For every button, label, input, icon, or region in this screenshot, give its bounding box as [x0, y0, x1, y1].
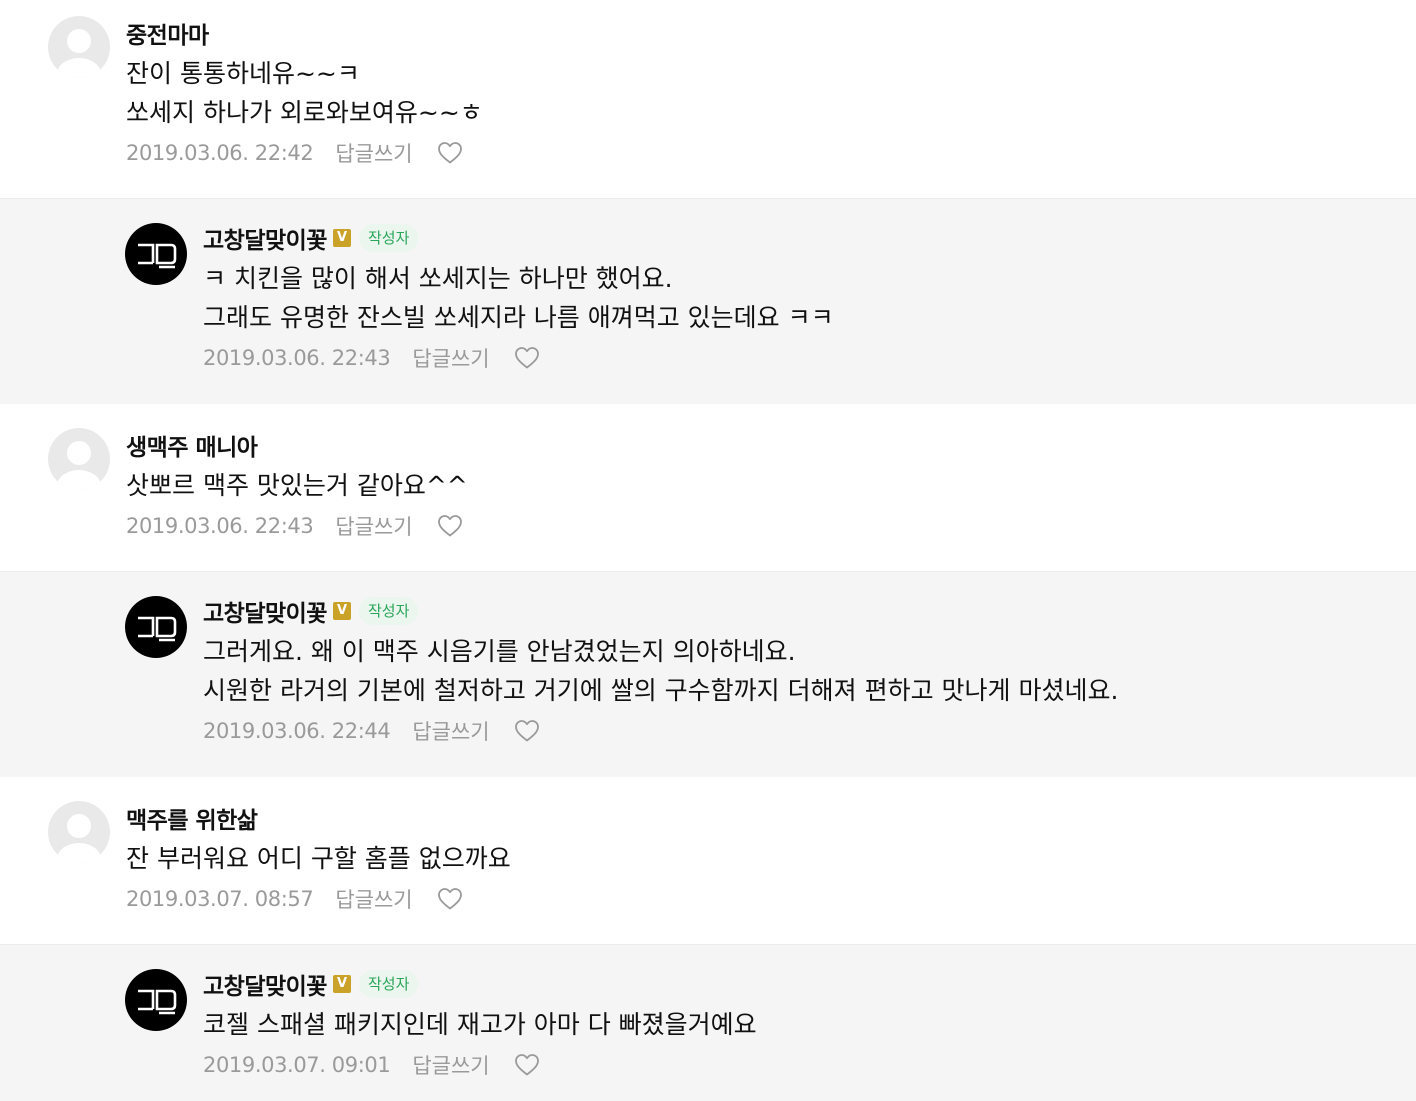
- logo-gd-icon[interactable]: [125, 969, 187, 1031]
- comment-item: 맥주를 위한삶 잔 부러워요 어디 구할 홈플 없으까요 2019.03.07.…: [0, 777, 1416, 944]
- comment-line: 그러게요. 왜 이 맥주 시음기를 안남겼었는지 의아하네요.: [203, 637, 796, 666]
- author-row: 고창달맞이꽃 V 작성자: [203, 221, 834, 255]
- comment-meta: 2019.03.06. 22:42 답글쓰기: [126, 138, 483, 168]
- comment-date: 2019.03.06. 22:43: [203, 346, 391, 370]
- comment-item: 중전마마 잔이 통통하네유~~ㅋ 쏘세지 하나가 외로와보여유~~ㅎ 2019.…: [0, 0, 1416, 198]
- comment-meta: 2019.03.06. 22:43 답글쓰기: [126, 511, 468, 541]
- heart-outline-icon[interactable]: [437, 141, 463, 165]
- heart-outline-icon[interactable]: [437, 887, 463, 911]
- comment-meta: 2019.03.07. 08:57 답글쓰기: [126, 884, 511, 914]
- comment-date: 2019.03.06. 22:43: [126, 514, 314, 538]
- comment-meta: 2019.03.06. 22:44 답글쓰기: [203, 716, 1118, 746]
- comment-text: 잔 부러워요 어디 구할 홈플 없으까요: [126, 839, 511, 878]
- comment-body: 맥주를 위한삶 잔 부러워요 어디 구할 홈플 없으까요 2019.03.07.…: [126, 801, 511, 914]
- reply-button[interactable]: 답글쓰기: [335, 884, 412, 914]
- default-avatar-icon[interactable]: [48, 428, 110, 490]
- author-badge: 작성자: [358, 597, 419, 625]
- author-name[interactable]: 생맥주 매니아: [126, 428, 258, 462]
- comment-body: 고창달맞이꽃 V 작성자 코젤 스패셜 패키지인데 재고가 아마 다 빠졌을거예…: [203, 967, 757, 1080]
- comment-line: 시원한 라거의 기본에 철저하고 거기에 쌀의 구수함까지 더해져 편하고 맛나…: [203, 676, 1119, 705]
- reply-comment-item: 고창달맞이꽃 V 작성자 코젤 스패셜 패키지인데 재고가 아마 다 빠졌을거예…: [0, 944, 1416, 1101]
- reply-comment-item: 고창달맞이꽃 V 작성자 ㅋ 치킨을 많이 해서 쏘세지는 하나만 했어요. 그…: [0, 198, 1416, 404]
- comment-body: 고창달맞이꽃 V 작성자 ㅋ 치킨을 많이 해서 쏘세지는 하나만 했어요. 그…: [203, 221, 834, 373]
- author-row: 맥주를 위한삶: [126, 801, 511, 835]
- verified-badge: V: [332, 229, 351, 247]
- logo-gd-icon[interactable]: [125, 596, 187, 658]
- comment-date: 2019.03.06. 22:42: [126, 141, 314, 165]
- comment-line: ㅋ 치킨을 많이 해서 쏘세지는 하나만 했어요.: [203, 264, 673, 293]
- comment-list: 중전마마 잔이 통통하네유~~ㅋ 쏘세지 하나가 외로와보여유~~ㅎ 2019.…: [0, 0, 1416, 1101]
- comment-text: 잔이 통통하네유~~ㅋ 쏘세지 하나가 외로와보여유~~ㅎ: [126, 54, 483, 132]
- reply-button[interactable]: 답글쓰기: [412, 343, 489, 373]
- reply-button[interactable]: 답글쓰기: [412, 1050, 489, 1080]
- comment-item: 생맥주 매니아 삿뽀르 맥주 맛있는거 같아요^^ 2019.03.06. 22…: [0, 404, 1416, 571]
- reply-button[interactable]: 답글쓰기: [412, 716, 489, 746]
- author-row: 중전마마: [126, 16, 483, 50]
- comment-body: 고창달맞이꽃 V 작성자 그러게요. 왜 이 맥주 시음기를 안남겼었는지 의아…: [203, 594, 1118, 746]
- comment-date: 2019.03.06. 22:44: [203, 719, 391, 743]
- heart-outline-icon[interactable]: [437, 514, 463, 538]
- comment-text: 그러게요. 왜 이 맥주 시음기를 안남겼었는지 의아하네요. 시원한 라거의 …: [203, 632, 1118, 710]
- reply-button[interactable]: 답글쓰기: [335, 138, 412, 168]
- author-name[interactable]: 맥주를 위한삶: [126, 801, 258, 835]
- comment-text: 삿뽀르 맥주 맛있는거 같아요^^: [126, 466, 468, 505]
- comment-date: 2019.03.07. 08:57: [126, 887, 314, 911]
- author-row: 생맥주 매니아: [126, 428, 468, 462]
- comment-text: ㅋ 치킨을 많이 해서 쏘세지는 하나만 했어요. 그래도 유명한 잔스빌 쏘세…: [203, 259, 834, 337]
- logo-gd-icon[interactable]: [125, 223, 187, 285]
- comment-date: 2019.03.07. 09:01: [203, 1053, 391, 1077]
- comment-line: 잔 부러워요 어디 구할 홈플 없으까요: [126, 844, 511, 873]
- reply-comment-item: 고창달맞이꽃 V 작성자 그러게요. 왜 이 맥주 시음기를 안남겼었는지 의아…: [0, 571, 1416, 777]
- comment-line: 코젤 스패셜 패키지인데 재고가 아마 다 빠졌을거예요: [203, 1010, 757, 1039]
- comment-body: 중전마마 잔이 통통하네유~~ㅋ 쏘세지 하나가 외로와보여유~~ㅎ 2019.…: [126, 16, 483, 168]
- verified-badge: V: [332, 975, 351, 993]
- comment-line: 쏘세지 하나가 외로와보여유~~ㅎ: [126, 98, 483, 127]
- author-name[interactable]: 중전마마: [126, 16, 209, 50]
- heart-outline-icon[interactable]: [514, 719, 540, 743]
- author-badge: 작성자: [358, 224, 419, 252]
- verified-badge: V: [332, 602, 351, 620]
- comment-line: 그래도 유명한 잔스빌 쏘세지라 나름 애껴먹고 있는데요 ㅋㅋ: [203, 303, 834, 332]
- heart-outline-icon[interactable]: [514, 346, 540, 370]
- heart-outline-icon[interactable]: [514, 1053, 540, 1077]
- comment-text: 코젤 스패셜 패키지인데 재고가 아마 다 빠졌을거예요: [203, 1005, 757, 1044]
- author-name[interactable]: 고창달맞이꽃: [203, 594, 327, 628]
- reply-button[interactable]: 답글쓰기: [335, 511, 412, 541]
- default-avatar-icon[interactable]: [48, 16, 110, 78]
- comment-meta: 2019.03.06. 22:43 답글쓰기: [203, 343, 834, 373]
- comment-meta: 2019.03.07. 09:01 답글쓰기: [203, 1050, 757, 1080]
- author-row: 고창달맞이꽃 V 작성자: [203, 967, 757, 1001]
- comment-line: 삿뽀르 맥주 맛있는거 같아요^^: [126, 471, 468, 500]
- author-name[interactable]: 고창달맞이꽃: [203, 221, 327, 255]
- author-name[interactable]: 고창달맞이꽃: [203, 967, 327, 1001]
- author-row: 고창달맞이꽃 V 작성자: [203, 594, 1118, 628]
- default-avatar-icon[interactable]: [48, 801, 110, 863]
- author-badge: 작성자: [358, 970, 419, 998]
- comment-line: 잔이 통통하네유~~ㅋ: [126, 59, 360, 88]
- comment-body: 생맥주 매니아 삿뽀르 맥주 맛있는거 같아요^^ 2019.03.06. 22…: [126, 428, 468, 541]
